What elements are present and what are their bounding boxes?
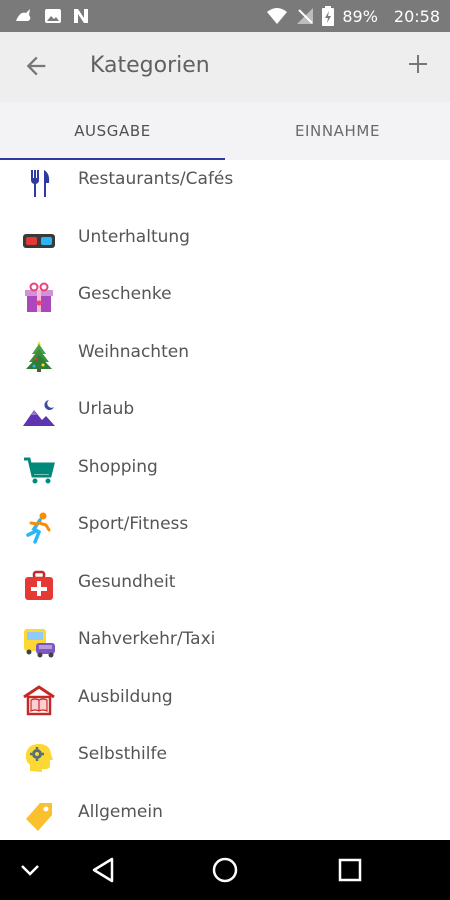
category-tabs: AUSGABE EINNAHME bbox=[0, 102, 450, 161]
list-item-allgemein[interactable]: Allgemein bbox=[0, 785, 450, 840]
tag-icon bbox=[26, 803, 52, 831]
system-nav-bar bbox=[0, 840, 450, 900]
list-item-label: Weihnachten bbox=[78, 342, 189, 362]
page-title: Kategorien bbox=[90, 53, 210, 78]
first-aid-icon bbox=[25, 570, 53, 600]
list-item-restaurants[interactable]: Restaurants/Cafés bbox=[0, 160, 450, 208]
head-gear-icon bbox=[25, 744, 53, 772]
list-item-label: Ausbildung bbox=[78, 687, 173, 707]
list-item-label: Shopping bbox=[78, 457, 158, 477]
shopping-cart-icon bbox=[24, 457, 55, 484]
list-item-gesundheit[interactable]: Gesundheit bbox=[0, 555, 450, 611]
tab-einnahme[interactable]: EINNAHME bbox=[225, 102, 450, 160]
chevron-down-icon[interactable] bbox=[14, 854, 46, 886]
list-item-label: Allgemein bbox=[78, 802, 163, 822]
status-bar: 89% 20:58 bbox=[0, 0, 450, 32]
list-item-urlaub[interactable]: Urlaub bbox=[0, 382, 450, 438]
list-item-label: Selbsthilfe bbox=[78, 744, 167, 764]
category-list: Restaurants/Cafés Unterhaltung Geschenke bbox=[0, 160, 450, 840]
status-icons-left bbox=[14, 7, 90, 25]
list-item-shopping[interactable]: Shopping bbox=[0, 440, 450, 496]
battery-icon bbox=[322, 6, 335, 26]
tab-ausgabe[interactable]: AUSGABE bbox=[0, 102, 225, 160]
mountain-moon-icon bbox=[23, 400, 55, 426]
list-item-nahverkehr[interactable]: Nahverkehr/Taxi bbox=[0, 612, 450, 668]
list-item-selbsthilfe[interactable]: Selbsthilfe bbox=[0, 727, 450, 783]
list-item-label: Gesundheit bbox=[78, 572, 176, 592]
list-item-label: Nahverkehr/Taxi bbox=[78, 629, 216, 649]
runner-icon bbox=[26, 512, 51, 544]
n-app-icon bbox=[74, 9, 88, 23]
list-item-unterhaltung[interactable]: Unterhaltung bbox=[0, 210, 450, 266]
app-bar: Kategorien bbox=[0, 32, 450, 103]
battery-percentage: 89% bbox=[342, 6, 378, 26]
list-item-weihnachten[interactable]: Weihnachten bbox=[0, 325, 450, 381]
list-item-ausbildung[interactable]: Ausbildung bbox=[0, 670, 450, 726]
list-item-label: Restaurants/Cafés bbox=[78, 169, 234, 189]
list-item-sport[interactable]: Sport/Fitness bbox=[0, 497, 450, 553]
list-item-label: Unterhaltung bbox=[78, 227, 190, 247]
list-item-label: Urlaub bbox=[78, 399, 135, 419]
school-book-icon bbox=[23, 685, 55, 716]
list-item-label: Sport/Fitness bbox=[78, 514, 189, 534]
bus-taxi-icon bbox=[24, 629, 55, 658]
cutlery-icon bbox=[31, 170, 50, 197]
christmas-tree-icon bbox=[26, 341, 52, 372]
recents-square-icon[interactable] bbox=[334, 854, 366, 886]
3d-glasses-icon bbox=[23, 234, 55, 248]
no-signal-icon bbox=[297, 8, 314, 24]
home-circle-icon[interactable] bbox=[209, 854, 241, 886]
status-icons-right: 89% 20:58 bbox=[266, 6, 440, 26]
list-item-geschenke[interactable]: Geschenke bbox=[0, 267, 450, 323]
add-icon[interactable] bbox=[406, 52, 430, 76]
image-icon bbox=[45, 9, 61, 23]
list-item-label: Geschenke bbox=[78, 284, 172, 304]
notification-app-icon bbox=[16, 9, 31, 21]
back-triangle-icon[interactable] bbox=[88, 854, 120, 886]
wifi-icon bbox=[267, 8, 288, 24]
back-arrow-icon[interactable] bbox=[22, 52, 50, 80]
status-time: 20:58 bbox=[393, 6, 440, 26]
gift-icon bbox=[25, 282, 53, 312]
